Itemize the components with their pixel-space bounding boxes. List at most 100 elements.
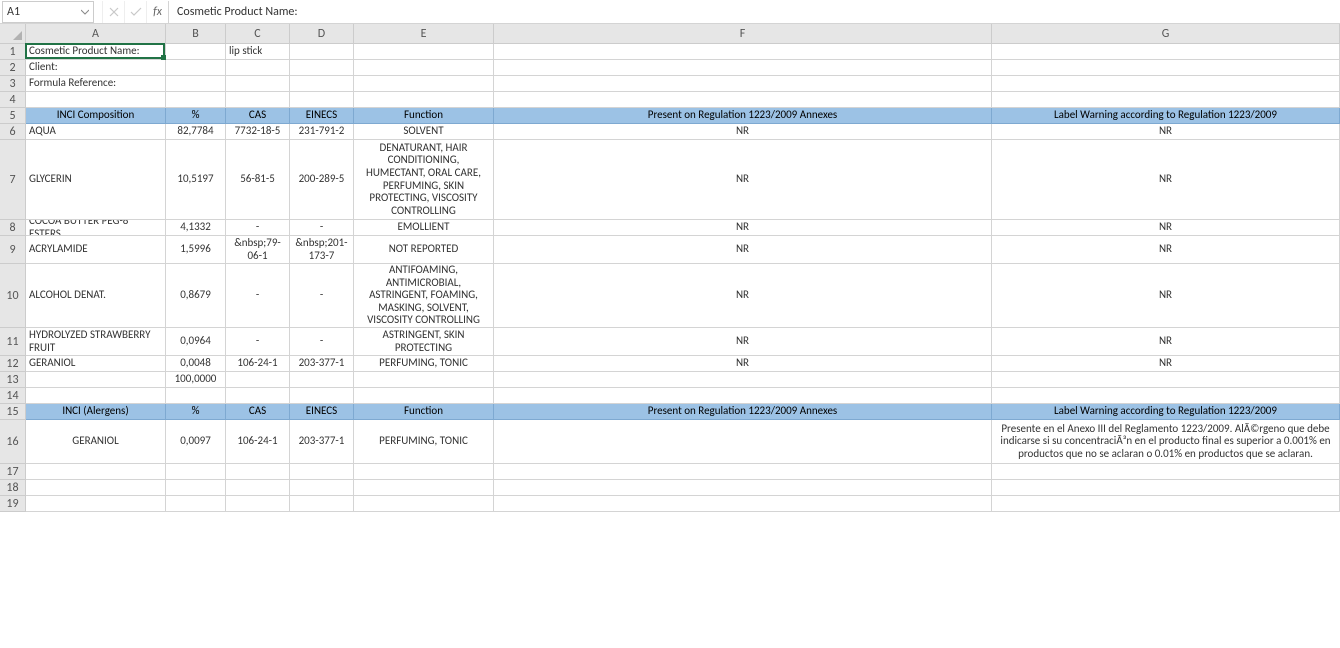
cell-A2[interactable]: Client:	[26, 60, 166, 76]
cell-B2[interactable]	[166, 60, 226, 76]
cell-C2[interactable]	[226, 60, 290, 76]
cell-A19[interactable]	[26, 496, 166, 512]
cell-D9[interactable]: &nbsp;201-173-7	[290, 236, 354, 264]
col-header-B[interactable]: B	[166, 24, 226, 44]
cell-G4[interactable]	[992, 92, 1340, 108]
cell-D17[interactable]	[290, 464, 354, 480]
cell-F18[interactable]	[494, 480, 992, 496]
cell-F1[interactable]	[494, 44, 992, 60]
cell-G8[interactable]: NR	[992, 220, 1340, 236]
cell-D10[interactable]: -	[290, 264, 354, 328]
cell-B12[interactable]: 0,0048	[166, 356, 226, 372]
spreadsheet[interactable]: ABCDEFG 12345678910111213141516171819 Co…	[0, 24, 1340, 648]
cell-A7[interactable]: GLYCERIN	[26, 140, 166, 220]
cell-C19[interactable]	[226, 496, 290, 512]
cell-B14[interactable]	[166, 388, 226, 404]
cell-F17[interactable]	[494, 464, 992, 480]
cell-E14[interactable]	[354, 388, 494, 404]
row-header-8[interactable]: 8	[0, 220, 26, 236]
cell-F3[interactable]	[494, 76, 992, 92]
cell-G5[interactable]: Label Warning according to Regulation 12…	[992, 108, 1340, 124]
cell-A10[interactable]: ALCOHOL DENAT.	[26, 264, 166, 328]
cell-A6[interactable]: AQUA	[26, 124, 166, 140]
cell-E5[interactable]: Function	[354, 108, 494, 124]
row-header-15[interactable]: 15	[0, 404, 26, 420]
cell-E2[interactable]	[354, 60, 494, 76]
cell-D15[interactable]: EINECS	[290, 404, 354, 420]
cell-E18[interactable]	[354, 480, 494, 496]
cell-B4[interactable]	[166, 92, 226, 108]
row-header-17[interactable]: 17	[0, 464, 26, 480]
row-header-1[interactable]: 1	[0, 44, 26, 60]
cell-B16[interactable]: 0,0097	[166, 420, 226, 464]
cell-G16[interactable]: Presente en el Anexo III del Reglamento …	[992, 420, 1340, 464]
cell-D3[interactable]	[290, 76, 354, 92]
cell-C5[interactable]: CAS	[226, 108, 290, 124]
col-header-D[interactable]: D	[290, 24, 354, 44]
cell-E11[interactable]: ASTRINGENT, SKIN PROTECTING	[354, 328, 494, 356]
cell-F16[interactable]	[494, 420, 992, 464]
cell-F5[interactable]: Present on Regulation 1223/2009 Annexes	[494, 108, 992, 124]
cell-G2[interactable]	[992, 60, 1340, 76]
cell-E13[interactable]	[354, 372, 494, 388]
cell-B8[interactable]: 4,1332	[166, 220, 226, 236]
cell-A13[interactable]	[26, 372, 166, 388]
cell-C7[interactable]: 56-81-5	[226, 140, 290, 220]
cell-D16[interactable]: 203-377-1	[290, 420, 354, 464]
cell-E12[interactable]: PERFUMING, TONIC	[354, 356, 494, 372]
cell-A3[interactable]: Formula Reference:	[26, 76, 166, 92]
row-header-19[interactable]: 19	[0, 496, 26, 512]
cell-C4[interactable]	[226, 92, 290, 108]
cell-D4[interactable]	[290, 92, 354, 108]
cell-B15[interactable]: %	[166, 404, 226, 420]
cell-G1[interactable]	[992, 44, 1340, 60]
cell-F11[interactable]: NR	[494, 328, 992, 356]
cell-D1[interactable]	[290, 44, 354, 60]
row-header-5[interactable]: 5	[0, 108, 26, 124]
cell-C1[interactable]: lip stick	[226, 44, 290, 60]
cell-G7[interactable]: NR	[992, 140, 1340, 220]
row-header-16[interactable]: 16	[0, 420, 26, 464]
name-box[interactable]: A1	[2, 1, 94, 23]
cell-E4[interactable]	[354, 92, 494, 108]
cell-E7[interactable]: DENATURANT, HAIR CONDITIONING, HUMECTANT…	[354, 140, 494, 220]
cell-F8[interactable]: NR	[494, 220, 992, 236]
cell-A5[interactable]: INCI Composition	[26, 108, 166, 124]
cell-G10[interactable]: NR	[992, 264, 1340, 328]
cell-D5[interactable]: EINECS	[290, 108, 354, 124]
cell-G6[interactable]: NR	[992, 124, 1340, 140]
cell-C14[interactable]	[226, 388, 290, 404]
cell-B9[interactable]: 1,5996	[166, 236, 226, 264]
cell-A11[interactable]: HYDROLYZED STRAWBERRY FRUIT	[26, 328, 166, 356]
cell-B17[interactable]	[166, 464, 226, 480]
cell-G17[interactable]	[992, 464, 1340, 480]
row-header-3[interactable]: 3	[0, 76, 26, 92]
cell-D12[interactable]: 203-377-1	[290, 356, 354, 372]
cell-D18[interactable]	[290, 480, 354, 496]
cell-G13[interactable]	[992, 372, 1340, 388]
cell-B11[interactable]: 0,0964	[166, 328, 226, 356]
col-header-A[interactable]: A	[26, 24, 166, 44]
cell-E9[interactable]: NOT REPORTED	[354, 236, 494, 264]
row-header-13[interactable]: 13	[0, 372, 26, 388]
cell-G3[interactable]	[992, 76, 1340, 92]
cell-E17[interactable]	[354, 464, 494, 480]
row-header-6[interactable]: 6	[0, 124, 26, 140]
cell-C9[interactable]: &nbsp;79-06-1	[226, 236, 290, 264]
cell-G15[interactable]: Label Warning according to Regulation 12…	[992, 404, 1340, 420]
cell-E1[interactable]	[354, 44, 494, 60]
cell-D6[interactable]: 231-791-2	[290, 124, 354, 140]
cell-C16[interactable]: 106-24-1	[226, 420, 290, 464]
formula-input[interactable]	[168, 1, 1340, 23]
cell-E15[interactable]: Function	[354, 404, 494, 420]
cell-F4[interactable]	[494, 92, 992, 108]
cell-A14[interactable]	[26, 388, 166, 404]
col-header-E[interactable]: E	[354, 24, 494, 44]
row-header-4[interactable]: 4	[0, 92, 26, 108]
row-header-7[interactable]: 7	[0, 140, 26, 220]
col-header-F[interactable]: F	[494, 24, 992, 44]
cell-D19[interactable]	[290, 496, 354, 512]
cell-B18[interactable]	[166, 480, 226, 496]
insert-function-button[interactable]: fx	[146, 1, 168, 23]
cell-G19[interactable]	[992, 496, 1340, 512]
